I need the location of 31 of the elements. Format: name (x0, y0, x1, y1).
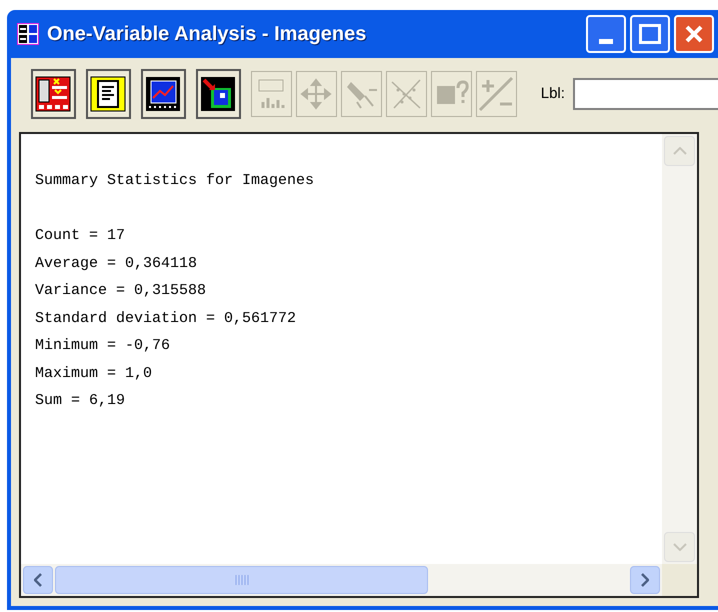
text-report-icon (90, 76, 126, 112)
scroll-thumb[interactable] (55, 566, 428, 594)
maximize-icon (639, 24, 661, 44)
minimize-icon (599, 39, 613, 44)
output-line: Count = 17 (35, 226, 126, 246)
app-icon (17, 23, 39, 45)
scroll-right-button[interactable] (630, 566, 660, 594)
scroll-left-button[interactable] (23, 566, 53, 594)
minimize-button[interactable] (586, 15, 626, 53)
toolbar-button[interactable] (86, 69, 131, 119)
output-line: Maximum = 1,0 (35, 364, 154, 384)
data-input-icon (35, 76, 72, 112)
output-line: Minimum = -0,76 (35, 336, 172, 356)
output-line: Average = 0,364118 (35, 254, 198, 274)
plus-minus-icon (478, 76, 514, 112)
label-input-field[interactable] (572, 78, 718, 110)
close-button[interactable] (674, 15, 714, 53)
output-line: Variance = 0,315588 (35, 281, 208, 301)
maximize-button[interactable] (630, 15, 670, 53)
output-line: Standard deviation = 0,561772 (35, 308, 298, 328)
move-arrows-icon (298, 76, 334, 112)
window-title: One-Variable Analysis - Imagenes (47, 22, 366, 47)
grip-icon (234, 575, 248, 585)
line-chart-icon (145, 76, 182, 112)
toolbar-button[interactable] (196, 69, 241, 119)
close-icon (684, 24, 704, 44)
toolbar-button[interactable] (140, 69, 186, 119)
label-field-label: Lbl: (540, 84, 565, 104)
toolbar-button[interactable] (31, 69, 76, 119)
output-line: Sum = 6,19 (35, 391, 126, 411)
output-heading: Summary Statistics for Imagenes (35, 171, 316, 191)
